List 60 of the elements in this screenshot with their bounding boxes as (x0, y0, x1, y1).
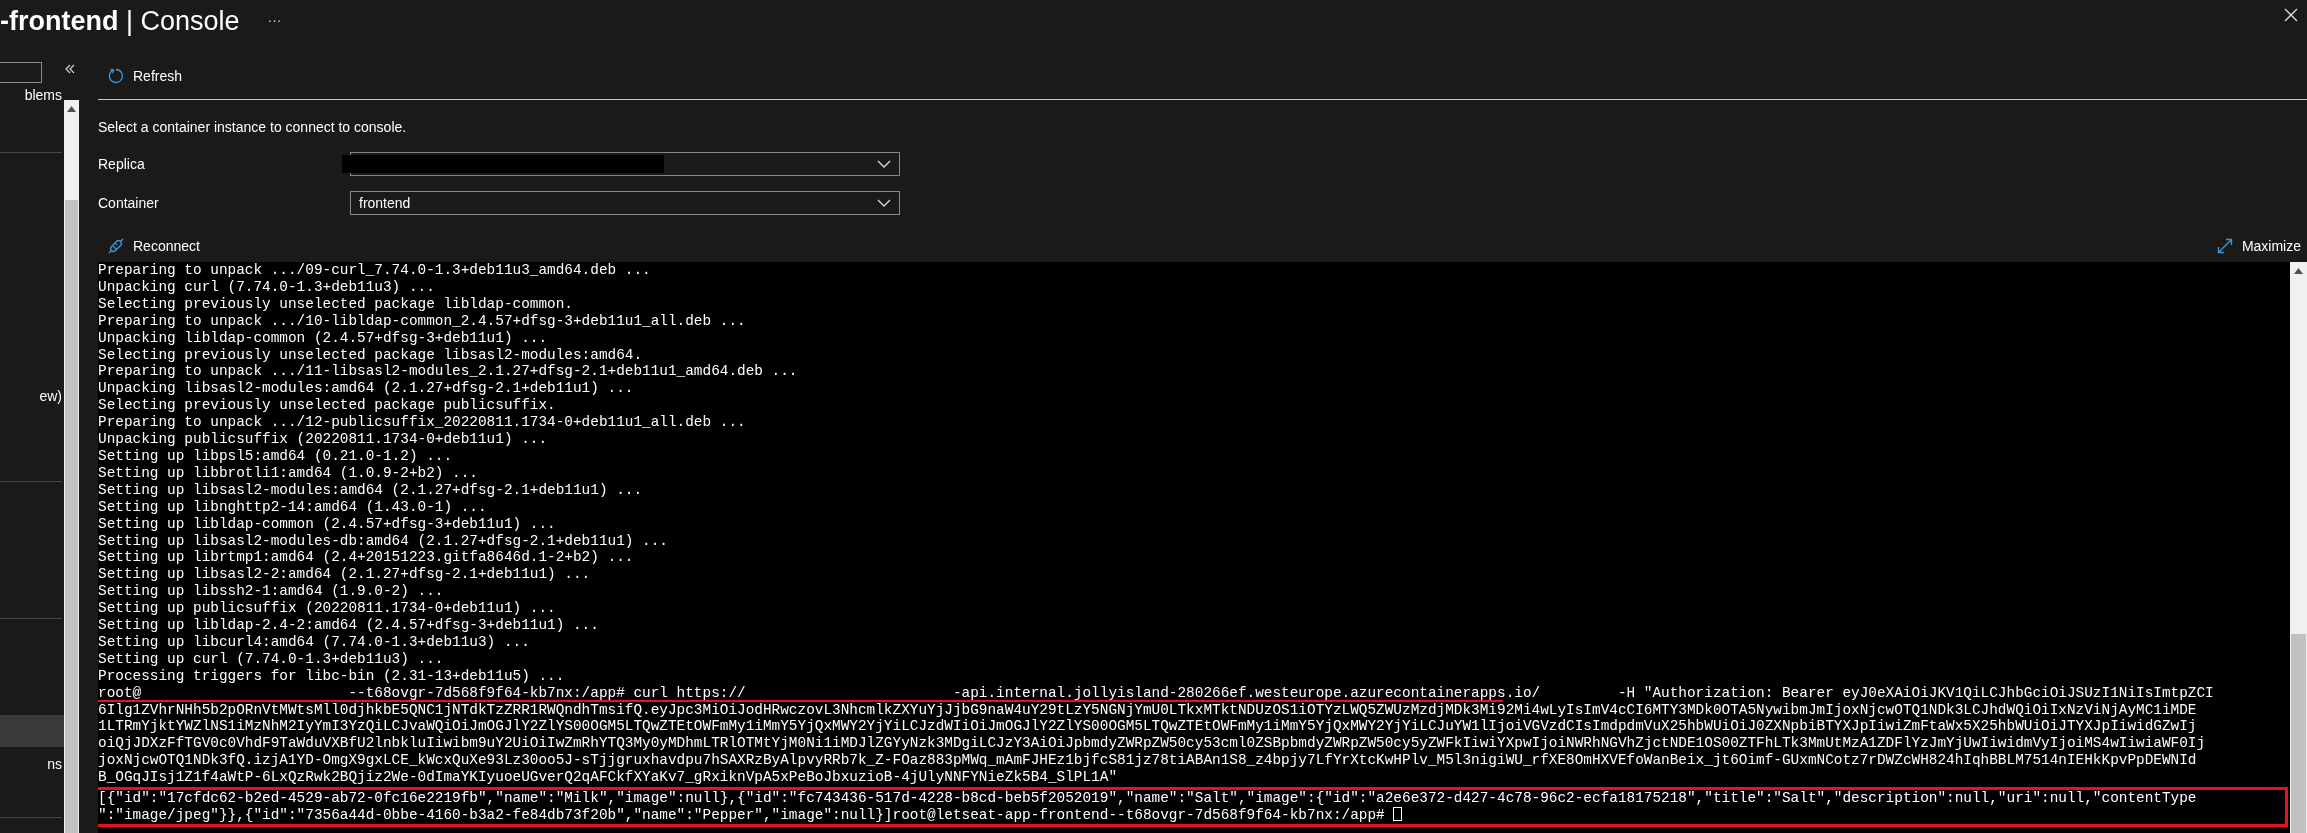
chevron-down-icon (877, 198, 891, 207)
instruction-text: Select a container instance to connect to console. (98, 119, 408, 135)
search-field[interactable] (0, 62, 42, 83)
terminal-line: Processing triggers for libc-bin (2.31-13+deb11u5) ... (98, 667, 566, 685)
terminal-line: Unpacking curl (7.74.0-1.3+deb11u3) ... (98, 278, 436, 296)
terminal-line: Setting up libsasl2-modules-db:amd64 (2.1.27+dfsg-2.1+deb11u1) ... (98, 532, 669, 550)
terminal-line: Setting up libcurl4:amd64 (7.74.0-1.3+deb11u3) ... (98, 633, 531, 651)
chevron-down-icon (877, 159, 891, 168)
terminal-line: Setting up libnghttp2-14:amd64 (1.43.0-1) ... (98, 498, 488, 516)
reconnect-button[interactable]: Reconnect (108, 238, 200, 254)
collapse-icon[interactable] (64, 64, 76, 74)
terminal-line: 6Ilg1ZVhrNHh5b2pORnVtMWtsMll0djhkbE5QNC1jNTdkTzZRR1RWQndhTmsifQ.eyJpc3MiOiJodHRwczovL3NhcmlkZXYuYjJjbG9naW4uY29tLzY5NGNjYmU0LTkxMTktNDUzOS1iOTYzLWQ5ZWUzMzdjMDk3Mi92Mi4wLyIsImV4cCI6MTY3MDk0OTA5NywibmJmIjoxNjcwOTQ1NDk3LCJhdWQiOiIxNzViNjAyMC1iMDE (98, 701, 2198, 719)
terminal-line: 1LTRmYjktYWZlNS1iMzNhM2IyYmI3YzQiLCJvaWQiOiJmOGJlY2ZlYS00OGM5LTQwZTEtOWFmMy1iMmY5YjQxMWY2YjYiLCJzdWIiOiJmOGJlY2ZlYS00OGM5LTQwZTEtOWFmMy1iMmY5YjQxMWY2YjYiLCJuYW1lIjoiVGVzdCIsImdpdmVuX25hbWUiOiJ0ZXNpbiBTYXJpIiwiZmFtaWx5X25hbWUiOiJTYXJpIiwidGZwIj (98, 718, 2198, 736)
up-arrow-icon[interactable] (67, 106, 76, 112)
terminal-line: Unpacking publicsuffix (20220811.1734-0+deb11u1) ... (98, 431, 549, 448)
refresh-icon (108, 67, 124, 84)
scrollbar-thumb[interactable] (65, 200, 78, 833)
close-icon[interactable] (2284, 8, 2298, 22)
terminal-line: Preparing to unpack .../11-libsasl2-modules_2.1.27+dfsg-2.1+deb11u1_amd64.deb ... (98, 363, 799, 381)
terminal-line: Unpacking libsasl2-modules:amd64 (2.1.27+dfsg-2.1+deb11u1) ... (98, 380, 635, 398)
terminal-line: Setting up libsasl2-2:amd64 (2.1.27+dfsg-2.1+deb11u1) ... (98, 566, 592, 584)
page-title: -frontend | Console (0, 6, 240, 37)
plug-icon (108, 238, 124, 254)
scrollbar[interactable] (2290, 262, 2307, 833)
sidebar-item[interactable]: ns (0, 752, 64, 776)
diagonal-arrows-icon (2216, 238, 2233, 254)
terminal-line: Preparing to unpack .../10-libldap-common_2.4.57+dfsg-3+deb11u1_all.deb ... (98, 312, 747, 330)
terminal-line: Setting up publicsuffix (20220811.1734-0+deb11u1) ... (98, 600, 557, 618)
terminal-line: Setting up libbrotli1:amd64 (1.0.9-2+b2) ... (98, 464, 479, 482)
terminal-line: Setting up curl (7.74.0-1.3+deb11u3) ... (98, 650, 445, 668)
terminal-line: Selecting previously unselected package publicsuffix. (98, 397, 557, 415)
sidebar-item[interactable]: blems (0, 83, 64, 107)
up-arrow-icon[interactable] (2294, 268, 2303, 274)
terminal-line: Setting up librtmp1:amd64 (2.4+20151223.gitfa8646d.1-2+b2) ... (98, 549, 635, 567)
terminal-line: Preparing to unpack .../12-publicsuffix_20220811.1734-0+deb11u1_all.deb ... (98, 414, 747, 432)
terminal-line: [{"id":"17cfdc62-b2ed-4529-ab72-0fc16e2219fb","name":"Milk","image":null},{"id":"fc743436-517d-4228-b8cd-beb5f2052019","name":"Salt","image":{"id":"a2e6e372-d427-4c78-96c2-ecfa18175218","title":"Salt","description":null,"uri":null,"contentType (98, 790, 2198, 807)
terminal-line: Setting up libsasl2-modules:amd64 (2.1.27+dfsg-2.1+deb11u1) ... (98, 481, 644, 499)
terminal-line: oiQjJDXzFfTGV0c0VhdF9TaWduVXBfU2lnbkluIiwibm9uY2UiOiIwZmRhYTQ3My0yMDhmLTRlOTMtYjM0Ni1iMDJlZGYyNzk3MDgiLCJzY3AiOiJpbmdyZWRpZW50cy53cml0ZSBpbmdyZWRpZW50cy5yZWFkIiwiYXpwIjoiNWRhNGVhZjctNDE1OS00ZTFhLTk3MmUtMzA1ZDFlYzJmYjUwIiwidmVyIjoiMS4wIiwiaWF0Ij (98, 735, 2207, 753)
terminal-line: joxNjcwOTQ1NDk3fQ.izjA1YD-OmgX9gxLCE_kWcxQuXe93Lz30oo5J-sTjjgruxhavdpu7hSAXRzByAlpvyRRb7k_Z-FOaz883pMWq_mAmFJHEz1bjfcS81jz78tiABAn1S8_z4bpjy7LfYrXtcKwHPlv_M5l3nigiWU_rfXE8OmHXVEfoWanBeix_jt6Oimf-GUxmNCotz7rDWZcWH824hIqhBBLM7514nIEHkKpvPpDEWNId (98, 752, 2198, 770)
scrollbar[interactable] (64, 100, 79, 833)
field-label: Replica (98, 155, 146, 172)
terminal-line: Unpacking libldap-common (2.4.57+dfsg-3+deb11u1) ... (98, 329, 549, 347)
terminal-line: Preparing to unpack .../09-curl_7.74.0-1.3+deb11u3_amd64.deb ... (98, 262, 652, 279)
terminal-line: Selecting previously unselected package libldap-common. (98, 295, 574, 313)
terminal-line: root@ --t68ovgr-7d568f9f64-kb7nx:/app# curl https:// -api.internal.jollyisland-280266ef.westeurope.azurecontainerapps.io/ -H "Authorization: Bearer eyJ0eXAiOiJKV1QiLCJhbGciOiJSUzI1NiIsImtpZCI (98, 684, 2215, 702)
dropdown[interactable]: frontend (350, 190, 900, 215)
more-button[interactable]: ··· (267, 12, 282, 28)
terminal-line: Selecting previously unselected package libsasl2-modules:amd64. (98, 346, 644, 364)
terminal-panel[interactable] (98, 262, 2290, 833)
sidebar-item[interactable]: ew) (0, 384, 64, 408)
terminal-line: Setting up libssh2-1:amd64 (1.9.0-2) ... (98, 583, 445, 601)
scrollbar-thumb[interactable] (2291, 634, 2306, 833)
terminal-line: Setting up libldap-2.4-2:amd64 (2.4.57+dfsg-3+deb11u1) ... (98, 617, 600, 634)
refresh-button[interactable]: Refresh (108, 67, 183, 84)
maximize-button[interactable]: Maximize (2216, 238, 2301, 254)
field-label: Container (98, 194, 160, 211)
terminal-line: B_OGqJIsj1Z1f4aWtP-6LxQzRwk2BQjiz2We-0dImaYKIyuoeUGverQ2qAFCkfXYaKv7_gRxiknVpA5xPeBoJbxuzioB-4jUlyNNFYNieZk5B4_SlPL1A" (98, 769, 1119, 787)
terminal-line: ":"image/jpeg"}},{"id":"7356a44d-0bbe-4160-b3a2-fe84db73f20b","name":"Pepper","image":null}]root@letseat-app-frontend--t68ovgr-7d568f9f64-kb7nx:/app# (98, 807, 1386, 823)
terminal-line: Setting up libldap-common (2.4.57+dfsg-3+deb11u1) ... (98, 515, 557, 533)
terminal-line: Setting up libpsl5:amd64 (0.21.0-1.2) ... (98, 447, 454, 465)
